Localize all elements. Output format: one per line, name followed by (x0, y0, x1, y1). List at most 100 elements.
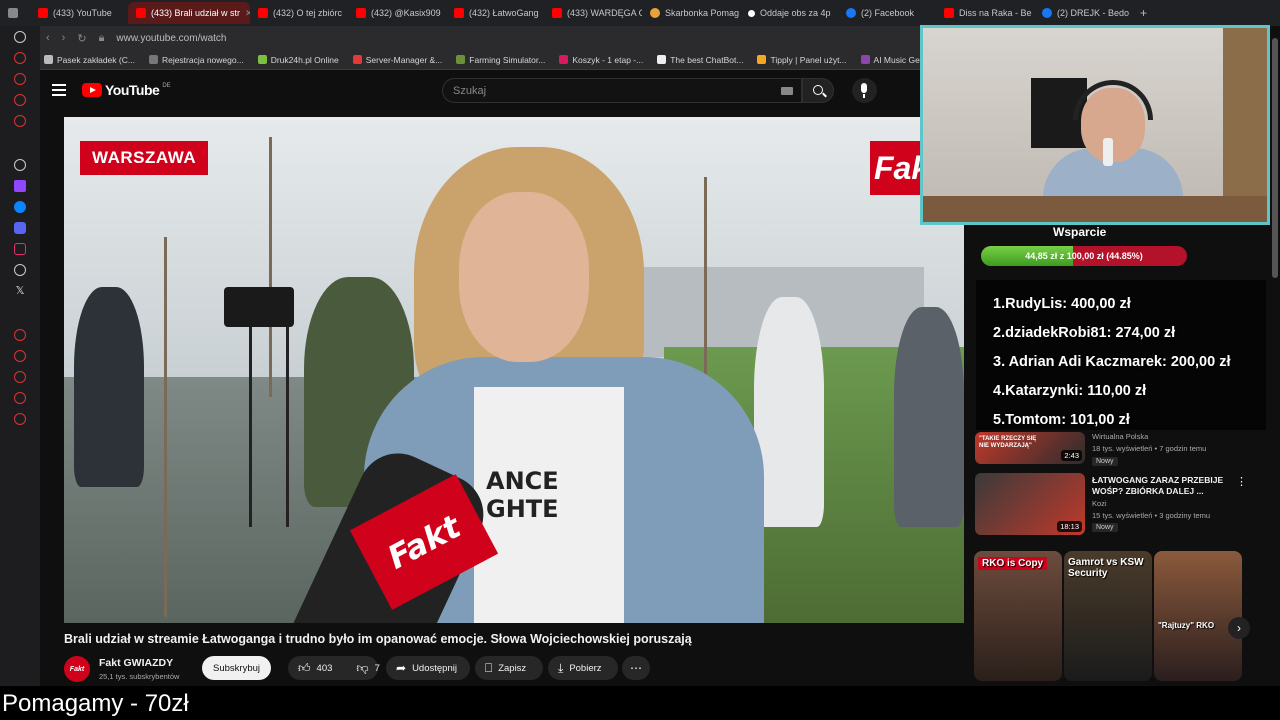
save-label: Zapisz (498, 662, 527, 674)
tab[interactable]: Skarbonka Pomag (642, 2, 740, 24)
stream-ticker: Pomagamy - 70zł (0, 686, 1280, 720)
back-arrow-icon[interactable]: ‹ (46, 32, 50, 44)
video-player[interactable]: ANCE GHTE Fakt WARSZAWA Fakt (64, 117, 964, 623)
tab[interactable]: (433) YouTube (30, 2, 128, 24)
forward-arrow-icon[interactable]: › (62, 32, 66, 44)
tab-label: (433) YouTube (53, 8, 112, 18)
like-count[interactable]: 403 (317, 663, 333, 674)
recommendation-item[interactable]: 18:13 ŁATWOGANG ZARAZ PRZEBIJE WOŚP? ZBI… (975, 473, 1265, 535)
folder-icon (44, 55, 53, 64)
browser-sidebar: 𝕏 (0, 26, 40, 690)
history-icon[interactable] (14, 52, 26, 64)
reload-icon[interactable]: ↻ (77, 32, 86, 45)
download-label: Pobierz (569, 662, 602, 674)
microphone-icon[interactable] (852, 78, 877, 103)
sync-icon[interactable] (14, 31, 26, 43)
bookmark-item[interactable]: Tipply | Panel użyt... (757, 55, 847, 65)
channel-name[interactable]: Fakt GWIAZDY (99, 657, 173, 669)
tab[interactable]: (432) ŁatwoGang (446, 2, 544, 24)
wallet-icon[interactable] (14, 73, 26, 85)
search-input[interactable]: Szukaj (442, 78, 802, 103)
tab-label: (433) Brali udział w str (151, 8, 241, 18)
menu-icon[interactable] (52, 84, 66, 96)
bookmark-item[interactable]: Rejestracja nowego... (148, 55, 244, 65)
url-field[interactable]: www.youtube.com/watch (116, 33, 226, 44)
chatgpt-icon[interactable] (14, 159, 26, 171)
share-button[interactable]: ➦ Udostępnij (386, 656, 470, 680)
tab[interactable]: Diss na Raka - Be (936, 2, 1034, 24)
search-button[interactable] (802, 78, 834, 103)
tab[interactable]: (433) WARDĘGA C (544, 2, 642, 24)
thumbs-down-icon[interactable]: 👎︎ (356, 661, 368, 676)
player-icon[interactable] (14, 94, 26, 106)
lock-icon: 🔒︎ (98, 31, 105, 44)
bookmark-item[interactable]: Server-Manager &... (352, 55, 442, 65)
short-card[interactable]: RKO is Copy (974, 551, 1062, 681)
stream-screen: (433) YouTube (433) Brali udział w str ✕ … (0, 0, 1280, 720)
subscribe-button[interactable]: Subskrybuj (202, 656, 271, 680)
player-icon[interactable] (14, 329, 26, 341)
tab-overview-button[interactable] (0, 2, 30, 24)
share-icon: ➦ (396, 661, 407, 675)
tab[interactable]: Oddaje obs za 4p (740, 2, 838, 24)
download-button[interactable]: ⤓ Pobierz (548, 656, 618, 680)
page-scrollbar[interactable] (1272, 38, 1278, 278)
bookmark-label: Pasek zakładek (C... (57, 54, 135, 65)
settings-icon[interactable] (14, 413, 26, 425)
bookmark-label: Druk24h.pl Online (270, 54, 339, 65)
chevron-right-icon[interactable]: › (1228, 617, 1250, 639)
messenger-icon[interactable] (14, 201, 26, 213)
extensions-icon[interactable] (14, 392, 26, 404)
bookmark-item[interactable]: Koszyk - 1 etap -... (559, 55, 643, 65)
tab-active[interactable]: (433) Brali udział w str ✕ (128, 2, 250, 24)
discord-icon[interactable] (14, 222, 26, 234)
more-actions-button[interactable]: ⋯ (622, 656, 650, 680)
short-title: Gamrot vs KSW Security (1068, 557, 1144, 579)
more-vertical-icon[interactable]: ⋮ (1236, 475, 1247, 488)
recommendation-thumbnail[interactable]: 18:13 (975, 473, 1085, 535)
instagram-icon[interactable] (14, 243, 26, 255)
short-card[interactable]: "Rajtuzy" RKO (1154, 551, 1242, 681)
twitch-icon[interactable] (14, 180, 26, 192)
clock-icon[interactable] (14, 350, 26, 362)
keyboard-icon[interactable] (781, 87, 793, 95)
save-button[interactable]: ⎕ Zapisz (475, 656, 543, 680)
tab[interactable]: (432) O tej zbiórc (250, 2, 348, 24)
tab[interactable]: (432) @Kasix909 (348, 2, 446, 24)
short-card[interactable]: Gamrot vs KSW Security (1064, 551, 1152, 681)
search-icon-handle (822, 92, 827, 98)
tab[interactable]: (2) Facebook (838, 2, 936, 24)
recommendation-channel[interactable]: Kozi (1092, 499, 1107, 508)
download-icon[interactable] (14, 371, 26, 383)
thumbs-up-icon[interactable]: 👍︎ (298, 661, 311, 676)
bookmark-item[interactable]: Farming Simulator... (456, 55, 545, 65)
new-badge: Nowy (1092, 523, 1118, 532)
tiktok-icon[interactable] (14, 264, 26, 276)
news-icon[interactable] (14, 115, 26, 127)
tab[interactable]: (2) DREJK - Bedo (1034, 2, 1132, 24)
x-icon[interactable]: 𝕏 (16, 285, 25, 297)
facebook-icon (1042, 8, 1052, 18)
webcam-desk (923, 196, 1267, 222)
bookmark-icon (860, 55, 870, 64)
bookmark-item[interactable]: Druk24h.pl Online (257, 54, 339, 65)
video-duration: 18:13 (1057, 521, 1082, 532)
country-code: DE (162, 83, 171, 89)
dislike-count[interactable]: 7 (375, 663, 380, 674)
short-title: "Rajtuzy" RKO (1158, 621, 1215, 630)
video-scene-face (459, 192, 589, 362)
channel-avatar[interactable]: Fakt (64, 656, 90, 682)
microphone-flag-text: Fakt (381, 507, 467, 577)
recommendation-thumbnail[interactable]: "TAKIE RZECZY SIĘ NIE WYDARZAJĄ" 2:43 (975, 432, 1085, 464)
new-tab-button[interactable]: + (1132, 2, 1152, 24)
youtube-logo[interactable]: YouTube DE (82, 82, 171, 98)
short-title: RKO is Copy (978, 557, 1048, 570)
recommendation-channel[interactable]: Wirtualna Polska (1092, 432, 1148, 441)
youtube-icon (552, 8, 562, 18)
tab-label: (2) Facebook (861, 8, 915, 18)
youtube-icon (38, 8, 48, 18)
recommendation-title[interactable]: ŁATWOGANG ZARAZ PRZEBIJE WOŚP? ZBIÓRKA D… (1092, 475, 1242, 497)
video-scene-person (754, 297, 824, 527)
bookmark-item[interactable]: The best ChatBot... (657, 55, 743, 65)
bookmark-item[interactable]: Pasek zakładek (C... (44, 55, 135, 65)
